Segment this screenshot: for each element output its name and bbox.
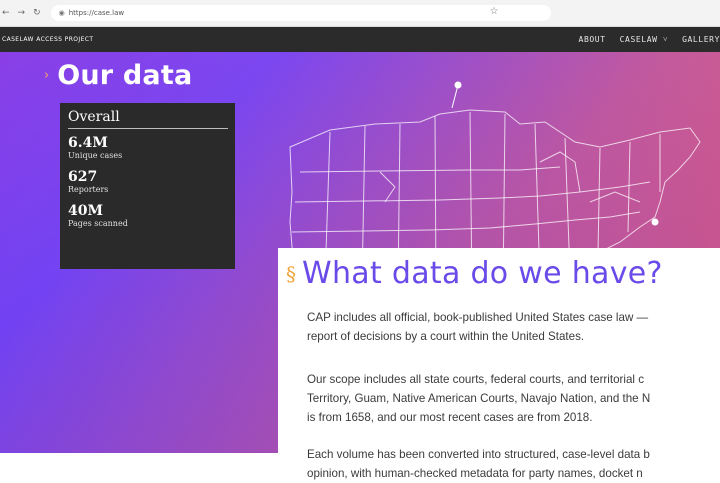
page-title: Our data — [57, 60, 193, 91]
nav-links: ABOUT CASELAW ˅ GALLERY — [579, 27, 720, 52]
nav-caselaw[interactable]: CASELAW ˅ — [620, 35, 668, 44]
paragraph-line: CAP includes all official, book-publishe… — [307, 311, 649, 324]
forward-arrow-icon[interactable]: → — [18, 8, 26, 18]
content-panel: § What data do we have? CAP includes all… — [278, 248, 720, 483]
address-bar[interactable]: ◉ https://case.law ☆ — [50, 5, 551, 21]
nav-gallery[interactable]: GALLERY — [682, 35, 720, 44]
site-brand[interactable]: CASELAW ACCESS PROJECT — [0, 36, 93, 43]
reload-icon[interactable]: ↻ — [33, 8, 41, 18]
stat-value: 40M — [68, 203, 103, 219]
stat-unique-cases: 6.4M Unique cases — [68, 135, 227, 161]
section-heading: What data do we have? — [302, 256, 663, 291]
stat-value: 6.4M — [68, 135, 108, 151]
stat-label: Reporters — [68, 185, 109, 194]
site-navbar: CASELAW ACCESS PROJECT ABOUT CASELAW ˅ G… — [0, 27, 720, 52]
paragraph-line: Our scope includes all state courts, fed… — [307, 373, 645, 386]
chevron-right-icon: › — [44, 68, 50, 83]
paragraph-line: opinion, with human-checked metadata for… — [307, 467, 643, 480]
paragraph-line: Territory, Guam, Native American Courts,… — [307, 392, 651, 405]
nav-about[interactable]: ABOUT — [579, 35, 606, 44]
stats-heading: Overall — [68, 109, 228, 129]
stats-box: Overall 6.4M Unique cases 627 Reporters … — [60, 103, 235, 269]
paragraph-line: Each volume has been converted into stru… — [307, 448, 650, 461]
stat-label: Unique cases — [68, 151, 123, 160]
star-icon[interactable]: ☆ — [490, 6, 499, 17]
stat-value: 627 — [68, 169, 98, 185]
paragraph-scope-courts: Our scope includes all state courts, fed… — [307, 370, 720, 427]
stat-pages-scanned: 40M Pages scanned — [68, 203, 227, 229]
stat-label: Pages scanned — [68, 219, 128, 228]
paragraph-line: report of decisions by a court within th… — [307, 330, 585, 343]
paragraph-scope-intro: CAP includes all official, book-publishe… — [307, 308, 720, 346]
title-row: › Our data — [44, 60, 192, 91]
section-sign-icon: § — [286, 261, 296, 286]
url-text: https://case.law — [68, 9, 125, 17]
section-heading-row: § What data do we have? — [286, 256, 663, 291]
browser-nav-buttons: ← → ↻ — [0, 8, 41, 18]
back-arrow-icon[interactable]: ← — [2, 8, 10, 18]
stat-reporters: 627 Reporters — [68, 169, 227, 195]
lock-icon: ◉ — [58, 9, 65, 17]
paragraph-structured-data: Each volume has been converted into stru… — [307, 445, 720, 483]
browser-toolbar: ← → ↻ ◉ https://case.law ☆ — [0, 0, 720, 27]
paragraph-line: is from 1658, and our most recent cases … — [307, 411, 593, 424]
